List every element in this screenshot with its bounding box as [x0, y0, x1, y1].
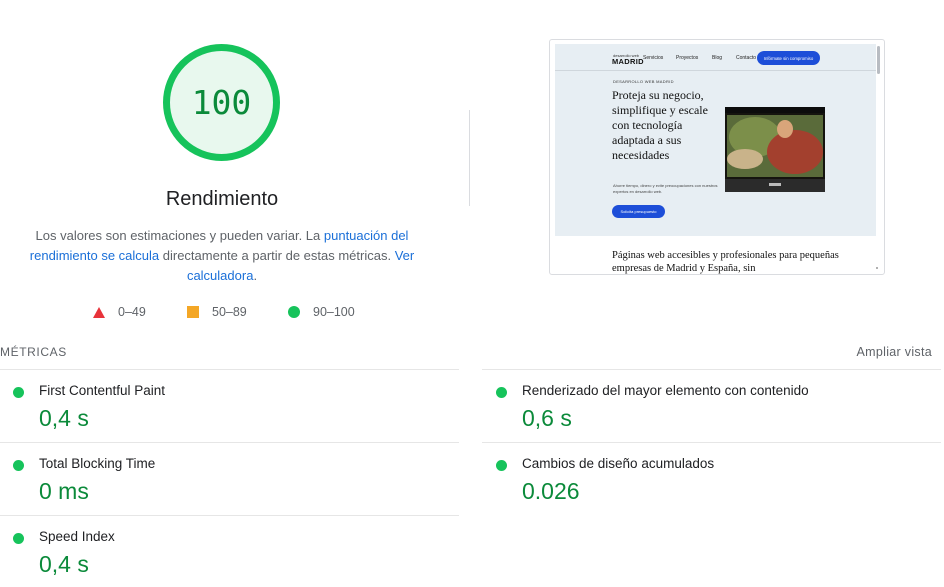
metrics-divider [0, 515, 459, 516]
screenshot-nav-item: Proyectos [676, 55, 699, 61]
vertical-divider [469, 110, 470, 206]
metric-total-blocking-time: Total Blocking Time 0 ms [13, 456, 453, 506]
performance-gauge: 100 [161, 42, 282, 163]
screenshot-bottom-text: Páginas web accesibles y profesionales p… [612, 250, 839, 274]
legend-item-average: 50–89 [187, 305, 247, 319]
screenshot-header-rule [555, 70, 876, 71]
score-description: Los valores son estimaciones y pueden va… [22, 226, 422, 286]
performance-score: 100 [191, 83, 252, 122]
page-screenshot[interactable]: desarrollo web MADRID Servicios Proyecto… [549, 39, 885, 275]
metrics-divider [482, 369, 941, 370]
screenshot-nav-item: Blog [712, 55, 723, 61]
metric-label: First Contentful Paint [39, 383, 166, 398]
screenshot-cta: Solicita presupuesto [612, 205, 665, 218]
gauge-title: Rendimiento [165, 188, 279, 210]
pass-circle-icon [13, 533, 24, 544]
description-text-3: . [253, 268, 258, 283]
metrics-divider [0, 442, 459, 443]
screenshot-headline: Proteja su negocio, simplifique y escale… [612, 88, 708, 162]
metric-value: 0 ms [39, 478, 89, 504]
description-text-1: Los valores son estimaciones y pueden va… [35, 228, 324, 243]
legend-item-fail: 0–49 [93, 305, 146, 319]
legend-range: 90–100 [313, 305, 355, 319]
legend-range: 0–49 [118, 305, 146, 319]
metric-value: 0,4 s [39, 405, 89, 431]
triangle-icon [93, 306, 105, 318]
screenshot-logo: MADRID [612, 57, 644, 66]
screenshot-subtext: Ahorre tiempo, dinero y evite preocupaci… [613, 183, 718, 194]
square-icon [187, 306, 199, 318]
screenshot-nav-item: Contacto [736, 55, 757, 61]
metrics-heading: MÉTRICAS [0, 345, 67, 359]
metric-label: Total Blocking Time [39, 456, 156, 471]
screenshot-laptop-image [725, 107, 825, 192]
screenshot-scroll-dot [876, 267, 878, 269]
metric-cumulative-layout-shift: Cambios de diseño acumulados 0.026 [496, 456, 936, 506]
circle-icon [288, 306, 300, 318]
legend-item-pass: 90–100 [288, 305, 355, 319]
legend-range: 50–89 [212, 305, 247, 319]
expand-view-link[interactable]: Ampliar vista [857, 345, 932, 359]
metric-value: 0,6 s [522, 405, 572, 431]
metrics-divider [0, 369, 459, 370]
screenshot-scrollbar [877, 46, 880, 74]
pass-circle-icon [496, 460, 507, 471]
metric-label: Cambios de diseño acumulados [522, 456, 715, 471]
pass-circle-icon [496, 387, 507, 398]
metric-value: 0.026 [522, 478, 580, 504]
metric-label: Speed Index [39, 529, 115, 544]
metric-label: Renderizado del mayor elemento con conte… [522, 383, 809, 398]
metrics-divider [482, 442, 941, 443]
screenshot-hero: desarrollo web MADRID Servicios Proyecto… [555, 44, 876, 236]
screenshot-kicker: DESARROLLO WEB MADRID [613, 79, 674, 84]
laptop-painting-icon [725, 107, 825, 192]
metric-speed-index: Speed Index 0,4 s [13, 529, 453, 579]
pass-circle-icon [13, 387, 24, 398]
metric-largest-contentful-paint: Renderizado del mayor elemento con conte… [496, 383, 936, 433]
metric-value: 0,4 s [39, 551, 89, 577]
description-text-2: directamente a partir de estas métricas. [159, 248, 395, 263]
metric-first-contentful-paint: First Contentful Paint 0,4 s [13, 383, 453, 433]
pass-circle-icon [13, 460, 24, 471]
screenshot-top-cta: Infórmate sin compromiso [757, 51, 820, 65]
screenshot-nav-item: Servicios [643, 55, 664, 61]
